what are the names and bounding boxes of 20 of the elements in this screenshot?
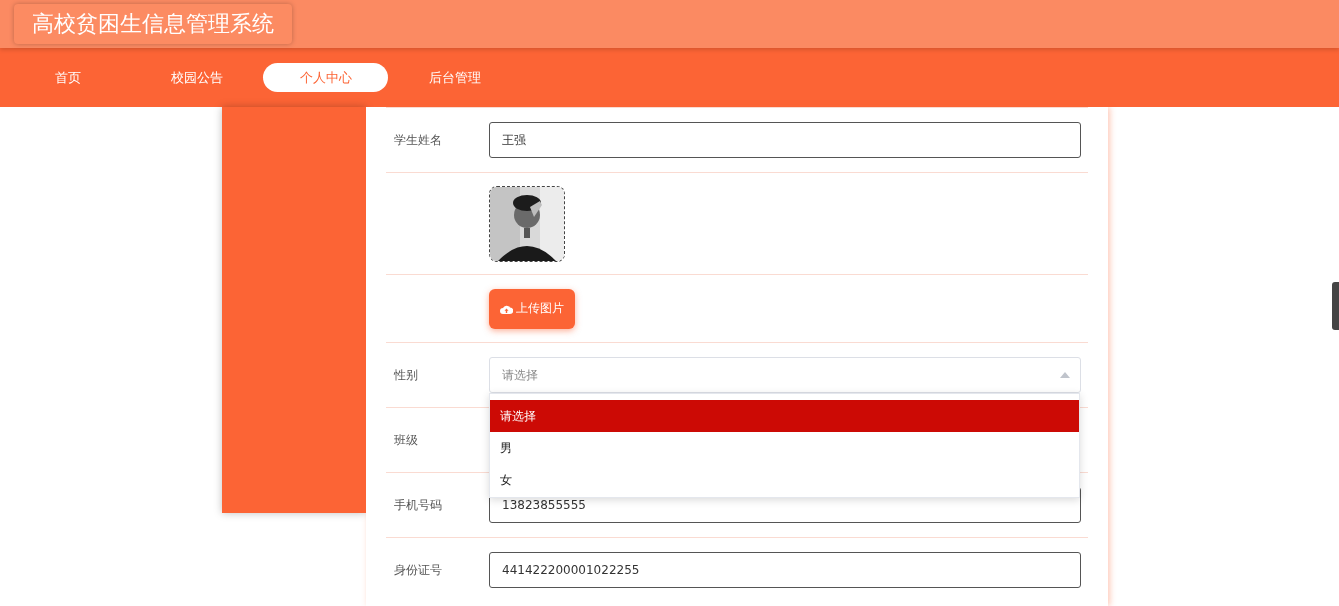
select-field[interactable]: 请选择 bbox=[489, 357, 1081, 393]
site-title: 高校贫困生信息管理系统 bbox=[14, 4, 292, 44]
field-label: 手机号码 bbox=[393, 496, 443, 514]
dropdown-option[interactable]: 请选择 bbox=[490, 400, 1079, 432]
input-field[interactable]: 13823855555 bbox=[489, 487, 1081, 523]
input-field[interactable]: 441422200001022255 bbox=[489, 552, 1081, 588]
scroll-handle[interactable] bbox=[1332, 282, 1339, 330]
upload-button[interactable]: 上传图片 bbox=[489, 288, 575, 329]
field-label: 性别 bbox=[393, 366, 419, 384]
dropdown-option[interactable]: 男 bbox=[490, 432, 1079, 464]
field-label: 班级 bbox=[393, 431, 419, 449]
input-field[interactable]: 王强 bbox=[489, 122, 1081, 158]
caret-icon bbox=[1060, 372, 1070, 378]
nav-tab[interactable]: 首页 bbox=[5, 63, 130, 92]
nav-tab[interactable]: 个人中心 bbox=[263, 63, 388, 92]
field-label: 身份证号 bbox=[393, 561, 443, 579]
nav-tab[interactable]: 后台管理 bbox=[392, 63, 517, 92]
nav-tab[interactable]: 校园公告 bbox=[134, 63, 259, 92]
field-label: 学生姓名 bbox=[393, 131, 443, 149]
cloud-upload-icon bbox=[500, 303, 513, 314]
